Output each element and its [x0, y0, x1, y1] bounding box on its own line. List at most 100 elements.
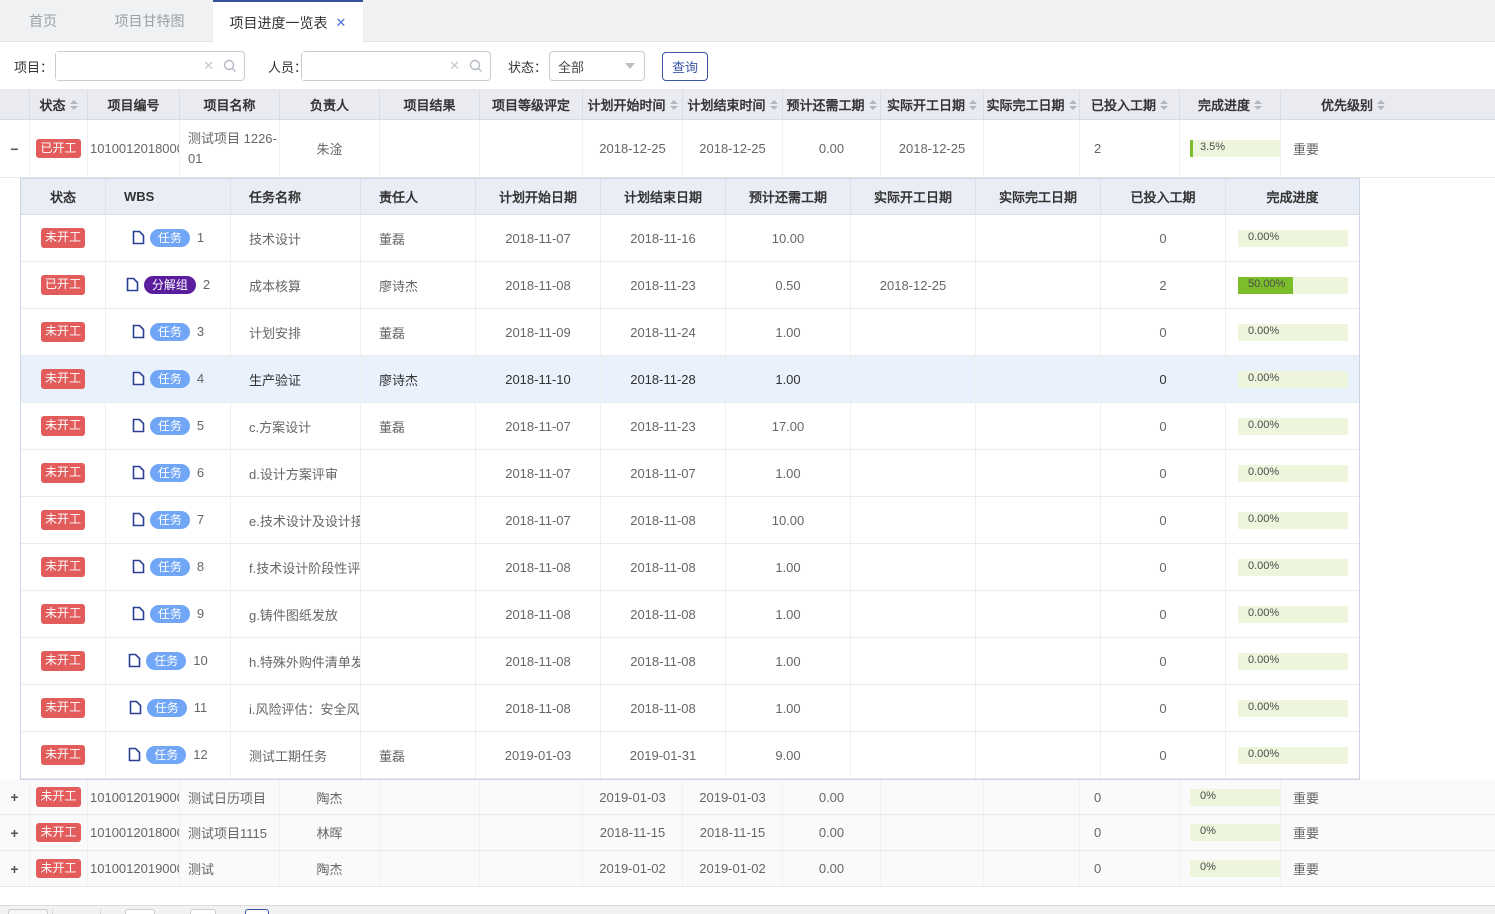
task-row[interactable]: 未开工 任务1 技术设计 董磊 2018-11-07 2018-11-16 10…: [21, 215, 1359, 262]
tab-home[interactable]: 首页: [0, 0, 86, 42]
actual-start: 2018-12-25: [881, 120, 984, 177]
progress-cell: 0.00%: [1226, 591, 1359, 637]
project-name: 测试日历项目: [180, 780, 280, 814]
task-type-badge: 任务: [150, 229, 190, 248]
task-name: f.技术设计阶段性评审: [231, 544, 361, 590]
pagination-bar: [0, 905, 1495, 914]
task-type-badge: 任务: [146, 746, 186, 765]
remain-days: 0.00: [783, 120, 881, 177]
col-status[interactable]: 状态: [30, 90, 88, 119]
caret-down-icon: [625, 63, 635, 69]
search-button[interactable]: 查询: [662, 52, 708, 81]
project-grade: [480, 120, 583, 177]
task-type-badge: 任务: [150, 370, 190, 389]
status-select[interactable]: 全部: [549, 51, 645, 81]
task-name: d.设计方案评审: [231, 450, 361, 496]
task-owner: 廖诗杰: [361, 262, 476, 308]
filter-bar: 项目： ✕ 人员： ✕ 状态： 全部 查询: [0, 42, 1495, 90]
col-invested[interactable]: 已投入工期: [1080, 90, 1180, 119]
task-name: 生产验证: [231, 356, 361, 402]
task-table-header: 状态 WBS 任务名称 责任人 计划开始日期 计划结束日期 预计还需工期 实际开…: [21, 179, 1359, 215]
task-row[interactable]: 未开工 任务11 i.风险评估：安全风险 2018-11-08 2018-11-…: [21, 685, 1359, 732]
file-icon: [132, 418, 145, 433]
task-subtable: 状态 WBS 任务名称 责任人 计划开始日期 计划结束日期 预计还需工期 实际开…: [20, 178, 1360, 780]
status-badge: 未开工: [41, 651, 85, 671]
task-name: 技术设计: [231, 215, 361, 261]
col-grade: 项目等级评定: [480, 90, 583, 119]
expand-icon[interactable]: +: [10, 826, 18, 840]
project-filter-label: 项目：: [14, 57, 53, 76]
task-row[interactable]: 未开工 任务6 d.设计方案评审 2018-11-07 2018-11-07 1…: [21, 450, 1359, 497]
task-owner: [361, 685, 476, 731]
progress-cell: 0.00%: [1226, 732, 1359, 778]
task-owner: 董磊: [361, 403, 476, 449]
project-owner: 陶杰: [280, 780, 380, 814]
page-size-select[interactable]: [8, 909, 48, 914]
page-button[interactable]: [190, 909, 216, 914]
col-remain[interactable]: 预计还需工期: [783, 90, 881, 119]
progress-cell: 0.00%: [1226, 638, 1359, 684]
task-row[interactable]: 未开工 任务3 计划安排 董磊 2018-11-09 2018-11-24 1.…: [21, 309, 1359, 356]
expand-icon[interactable]: +: [10, 862, 18, 876]
invested-days: 2: [1080, 120, 1180, 177]
page-button[interactable]: [125, 909, 155, 914]
task-owner: [361, 450, 476, 496]
project-row[interactable]: + 未开工 1010012018000 测试项目1115 林晖 2018-11-…: [0, 815, 1495, 851]
progress-cell: 0.00%: [1226, 215, 1359, 261]
file-icon: [132, 512, 145, 527]
col-plan-end[interactable]: 计划结束时间: [683, 90, 783, 119]
sort-icon: [70, 100, 78, 110]
project-row-expanded[interactable]: − 已开工 1010012018000 测试项目 1226-01 朱淦 2018…: [0, 120, 1495, 178]
person-input-field[interactable]: [302, 52, 434, 80]
tab-gantt[interactable]: 项目甘特图: [86, 0, 213, 42]
task-row[interactable]: 未开工 任务8 f.技术设计阶段性评审 2018-11-08 2018-11-0…: [21, 544, 1359, 591]
task-owner: [361, 591, 476, 637]
project-code: 1010012019000: [88, 851, 180, 886]
task-owner: [361, 544, 476, 590]
project-row[interactable]: + 未开工 1010012019000 测试 陶杰 2019-01-02 201…: [0, 851, 1495, 887]
search-icon[interactable]: [468, 58, 484, 74]
task-name: 成本核算: [231, 262, 361, 308]
file-icon: [128, 747, 141, 762]
priority: 重要: [1281, 780, 1495, 814]
task-row[interactable]: 未开工 任务5 c.方案设计 董磊 2018-11-07 2018-11-23 …: [21, 403, 1359, 450]
project-row[interactable]: + 未开工 1010012019000 测试日历项目 陶杰 2019-01-03…: [0, 780, 1495, 815]
task-row[interactable]: 未开工 任务7 e.技术设计及设计接口 2018-11-07 2018-11-0…: [21, 497, 1359, 544]
status-badge: 未开工: [41, 369, 85, 389]
expand-icon[interactable]: +: [10, 790, 18, 804]
collapse-icon[interactable]: −: [10, 142, 18, 156]
task-row[interactable]: 未开工 任务12 测试工期任务 董磊 2019-01-03 2019-01-31…: [21, 732, 1359, 779]
col-actual-end[interactable]: 实际完工日期: [984, 90, 1080, 119]
task-name: e.技术设计及设计接口: [231, 497, 361, 543]
project-search-input[interactable]: ✕: [55, 51, 245, 81]
actual-end: [984, 120, 1080, 177]
file-icon: [132, 371, 145, 386]
project-input-field[interactable]: [56, 52, 188, 80]
tab-progress-overview[interactable]: 项目进度一览表 ✕: [213, 0, 363, 43]
task-name: g.铸件图纸发放: [231, 591, 361, 637]
col-actual-start[interactable]: 实际开工日期: [881, 90, 984, 119]
file-icon: [132, 230, 145, 245]
task-row[interactable]: 已开工 分解组2 成本核算 廖诗杰 2018-11-08 2018-11-23 …: [21, 262, 1359, 309]
task-type-badge: 任务: [150, 605, 190, 624]
project-owner: 朱淦: [280, 120, 380, 177]
current-page-button[interactable]: [245, 909, 269, 914]
col-plan-start[interactable]: 计划开始时间: [583, 90, 683, 119]
task-row-selected[interactable]: 未开工 任务4 生产验证 廖诗杰 2018-11-10 2018-11-28 1…: [21, 356, 1359, 403]
task-row[interactable]: 未开工 任务10 h.特殊外购件清单发放 2018-11-08 2018-11-…: [21, 638, 1359, 685]
search-icon[interactable]: [222, 58, 238, 74]
clear-icon[interactable]: ✕: [203, 58, 214, 74]
status-badge: 未开工: [41, 510, 85, 530]
task-type-badge: 任务: [146, 652, 186, 671]
file-icon: [132, 465, 145, 480]
clear-icon[interactable]: ✕: [449, 58, 460, 74]
col-priority[interactable]: 优先级别: [1281, 90, 1495, 119]
task-row[interactable]: 未开工 任务9 g.铸件图纸发放 2018-11-08 2018-11-08 1…: [21, 591, 1359, 638]
project-name: 测试: [180, 851, 280, 886]
col-progress[interactable]: 完成进度: [1180, 90, 1281, 119]
close-icon[interactable]: ✕: [336, 16, 347, 29]
task-type-badge: 任务: [150, 511, 190, 530]
main-table-header: 状态 项目编号 项目名称 负责人 项目结果 项目等级评定 计划开始时间 计划结束…: [0, 90, 1495, 120]
task-owner: [361, 497, 476, 543]
person-search-input[interactable]: ✕: [301, 51, 491, 81]
